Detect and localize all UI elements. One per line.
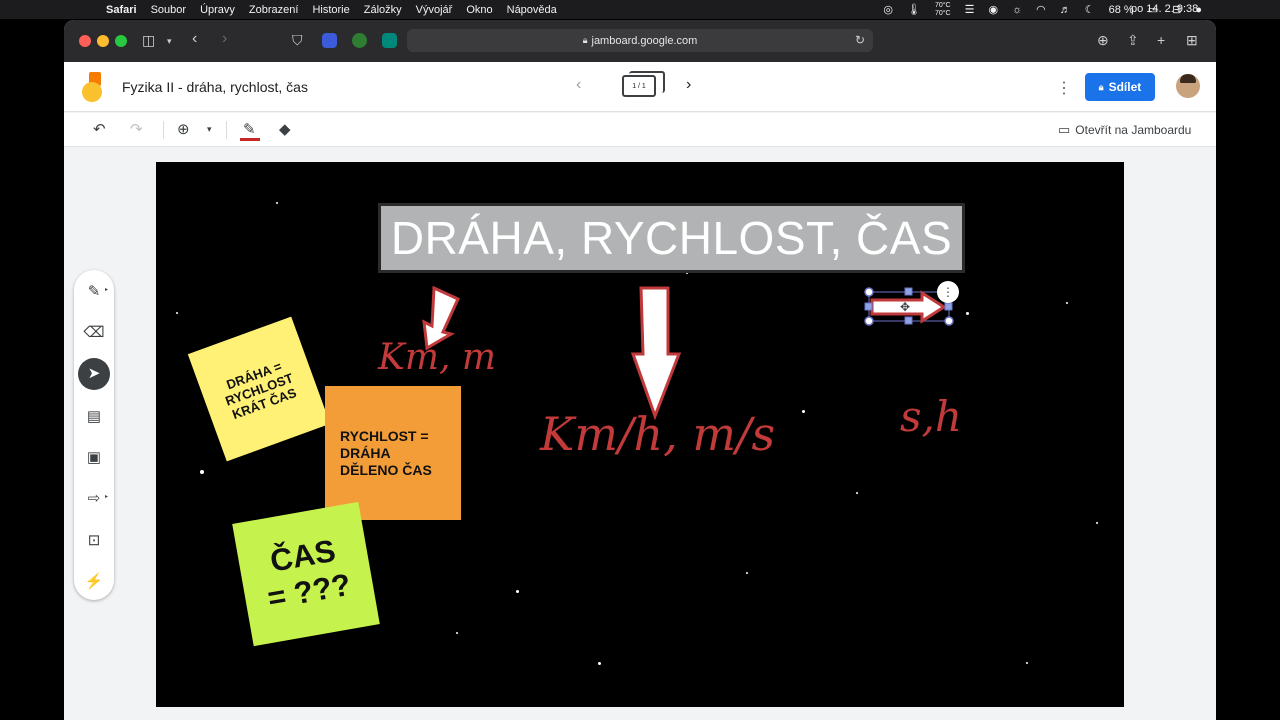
minimize-window-button[interactable] — [97, 35, 109, 47]
resize-handle — [944, 302, 953, 311]
menubar-clock[interactable]: po 14. 2. 9:38 — [1131, 3, 1198, 15]
jamboard-logo[interactable] — [82, 72, 104, 102]
resize-handle — [904, 287, 913, 296]
downloads-icon[interactable]: ⊕ — [1097, 32, 1109, 49]
grammar-extension-icon[interactable] — [352, 33, 367, 48]
text-lines-icon[interactable]: ☰ — [965, 3, 975, 16]
frame-counter-label: 1 / 1 — [632, 82, 646, 90]
pen-tool-icon[interactable]: ✎ ▸ — [74, 282, 114, 300]
browser-window: ◫ ▾ ‹ › ⛉ 🔒︎ jamboard.google.com ↻ ⊕ ⇪ +… — [64, 20, 1216, 720]
document-title[interactable]: Fyzika II - dráha, rychlost, čas — [122, 79, 308, 95]
handwritten-time-units[interactable]: s,h — [900, 392, 962, 441]
background-fill-icon[interactable]: ◆ — [279, 120, 291, 138]
accessibility-icon[interactable]: ◎ — [883, 3, 893, 16]
temperature-top: 70°C — [934, 1, 951, 9]
move-cursor-icon: ✥ — [900, 300, 910, 314]
shield-icon[interactable]: ⛉ — [292, 32, 303, 49]
close-window-button[interactable] — [79, 35, 91, 47]
frame-counter[interactable]: 1 / 1 — [622, 71, 665, 97]
temperature-bottom: 70°C — [934, 9, 951, 17]
next-frame-icon[interactable]: › — [686, 76, 691, 94]
undo-icon[interactable]: ↶ — [93, 120, 106, 138]
menu-zobrazeni[interactable]: Zobrazení — [249, 4, 299, 16]
pen-color-icon[interactable]: ✎ — [243, 120, 256, 138]
large-down-arrow — [630, 286, 682, 421]
sticky-note-orange[interactable]: RYCHLOST = DRÁHA DĚLENO ČAS — [325, 386, 461, 520]
temperature-readout[interactable]: 70°C 70°C — [935, 2, 951, 18]
menu-upravy[interactable]: Úpravy — [200, 4, 235, 16]
tool-rail: ✎ ▸ ⌫ ➤ ▤ ▣ ⇨ ▸ ⊡ ⚡ — [74, 270, 114, 600]
lock-icon: 🔒︎ — [1098, 81, 1104, 92]
menu-vyvojar[interactable]: Vývojář — [416, 4, 453, 16]
workspace: DRÁHA, RYCHLOST, ČAS ⋮ ✥ DRÁHA = RYCHLOS… — [64, 148, 1216, 720]
monitor-icon: ▭ — [1058, 122, 1071, 137]
macos-menubar: Safari Soubor Úpravy Zobrazení Historie … — [0, 0, 1280, 19]
moon-icon[interactable]: ☾ — [1085, 3, 1095, 16]
lock-icon: 🔒︎ — [582, 35, 588, 45]
pocket-extension-icon[interactable] — [382, 33, 397, 48]
zoom-window-button[interactable] — [115, 35, 127, 47]
handwritten-length-units[interactable]: Km, m — [378, 337, 496, 378]
zoom-icon[interactable]: ⊕ — [177, 120, 190, 138]
safari-toolbar: ◫ ▾ ‹ › ⛉ 🔒︎ jamboard.google.com ↻ ⊕ ⇪ +… — [64, 20, 1216, 62]
reload-icon[interactable]: ↻ — [855, 33, 865, 47]
sticky-note-green[interactable]: ČAS = ??? — [232, 501, 380, 647]
address-bar[interactable]: 🔒︎ jamboard.google.com ↻ — [407, 29, 873, 52]
text-box-tool-icon[interactable]: ⊡ — [74, 531, 114, 549]
resize-handle — [904, 316, 913, 325]
resize-handle — [864, 316, 874, 326]
pen-color-indicator — [240, 138, 260, 141]
toolbar-divider — [163, 121, 164, 139]
share-button[interactable]: 🔒︎ Sdílet — [1085, 73, 1155, 101]
kebab-icon: ⋮ — [942, 285, 954, 299]
more-options-icon[interactable]: ⋮ — [1056, 78, 1072, 98]
screen: Safari Soubor Úpravy Zobrazení Historie … — [0, 0, 1280, 720]
sticky-orange-line-1: RYCHLOST = — [340, 427, 429, 444]
sticky-note-tool-icon[interactable]: ▤ — [74, 407, 114, 425]
new-tab-icon[interactable]: + — [1157, 32, 1165, 48]
shape-tool-icon[interactable]: ⇨ ▸ — [74, 489, 114, 507]
forward-icon[interactable]: › — [222, 30, 227, 48]
wifi-icon[interactable]: ◠ — [1036, 3, 1046, 16]
sticky-orange-line-2: DRÁHA — [340, 444, 391, 461]
sticky-orange-line-3: DĚLENO ČAS — [340, 461, 432, 478]
jamboard-header: Fyzika II - dráha, rychlost, čas ‹ 1 / 1… — [64, 62, 1216, 112]
avatar[interactable] — [1176, 74, 1200, 98]
brightness-icon[interactable]: ☼ — [1012, 4, 1022, 16]
jamboard-toolbar: ↶ ↷ ⊕ ▾ ✎ ◆ ▭ Otevřít na Jamboardu — [64, 113, 1216, 147]
menu-soubor[interactable]: Soubor — [151, 4, 186, 16]
laser-tool-icon[interactable]: ⚡ — [74, 572, 114, 590]
toolbar-divider — [226, 121, 227, 139]
menu-zalozky[interactable]: Záložky — [364, 4, 402, 16]
eraser-tool-icon[interactable]: ⌫ — [74, 323, 114, 341]
previous-frame-icon[interactable]: ‹ — [576, 76, 581, 94]
back-icon[interactable]: ‹ — [192, 30, 197, 48]
image-tool-icon[interactable]: ▣ — [74, 448, 114, 466]
share-icon[interactable]: ⇪ — [1127, 32, 1139, 49]
select-tool-icon[interactable]: ➤ — [78, 358, 110, 390]
airpods-icon[interactable]: ♬ — [1060, 4, 1071, 16]
tab-overview-icon[interactable]: ⊞ — [1186, 32, 1198, 49]
resize-handle — [864, 287, 874, 297]
menu-okno[interactable]: Okno — [466, 4, 492, 16]
zoom-dropdown-icon[interactable]: ▾ — [207, 124, 212, 135]
handwritten-speed-units[interactable]: Km/h, m/s — [540, 407, 775, 461]
sidebar-toggle-icon[interactable]: ◫ — [142, 32, 155, 49]
menu-historie[interactable]: Historie — [312, 4, 349, 16]
airdrop-icon[interactable]: ◉ — [988, 3, 998, 16]
open-in-jamboard-button[interactable]: ▭ Otevřít na Jamboardu — [1058, 122, 1191, 138]
menu-napoveda[interactable]: Nápověda — [507, 4, 557, 16]
resize-handle — [944, 316, 954, 326]
extension-badge-icon[interactable] — [322, 33, 337, 48]
address-bar-url: jamboard.google.com — [591, 34, 698, 47]
resize-handle — [864, 302, 873, 311]
share-button-label: Sdílet — [1108, 80, 1142, 94]
open-in-jamboard-label: Otevřít na Jamboardu — [1075, 123, 1192, 137]
menu-safari[interactable]: Safari — [106, 4, 137, 16]
chevron-down-icon[interactable]: ▾ — [167, 36, 172, 47]
jam-board-canvas[interactable]: DRÁHA, RYCHLOST, ČAS ⋮ ✥ DRÁHA = RYCHLOS… — [156, 162, 1124, 707]
redo-icon[interactable]: ↷ — [130, 120, 143, 138]
thermometer-icon: 🌡︎ — [906, 4, 921, 16]
battery-percent: 68 % — [1108, 3, 1134, 16]
